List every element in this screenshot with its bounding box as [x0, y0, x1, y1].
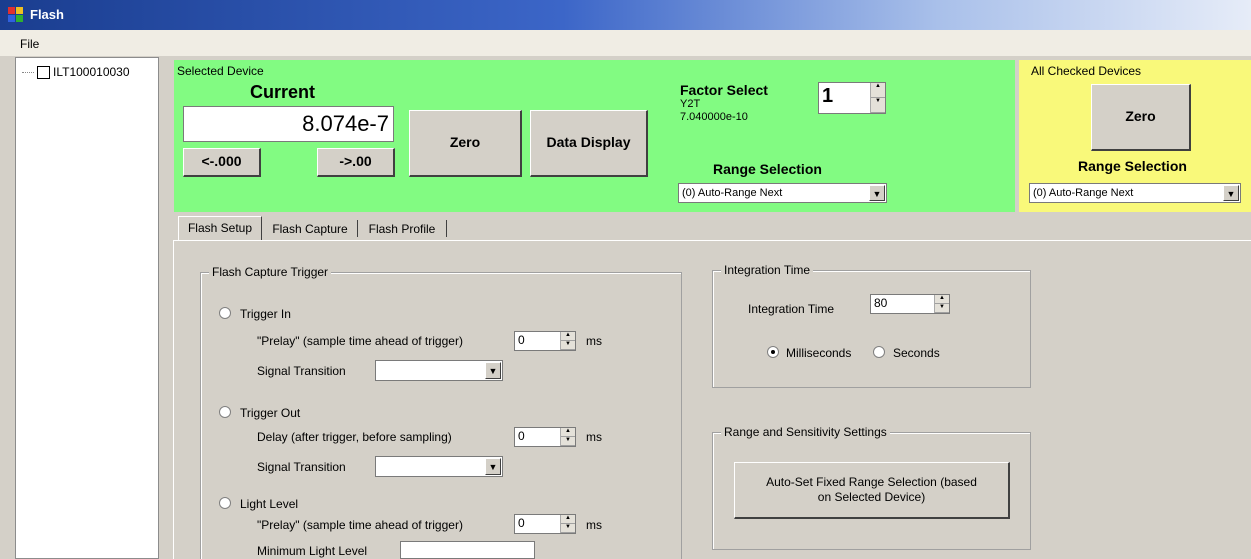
trigger-out-delay-label: Delay (after trigger, before sampling) — [257, 430, 452, 444]
integration-time-title: Integration Time — [721, 263, 814, 277]
spin-down-icon[interactable]: ▼ — [561, 524, 575, 533]
all-range-selection-dropdown[interactable]: (0) Auto-Range Next ▼ — [1029, 183, 1241, 203]
spin-down-icon[interactable]: ▼ — [561, 341, 575, 350]
seconds-radio[interactable] — [873, 346, 885, 358]
chevron-down-icon[interactable]: ▼ — [485, 458, 501, 475]
tab-flash-setup[interactable]: Flash Setup — [178, 216, 262, 240]
integration-time-group: Integration Time — [712, 263, 1031, 388]
spin-up-icon[interactable]: ▲ — [561, 515, 575, 524]
trigger-out-delay-unit: ms — [586, 430, 602, 444]
device-tree[interactable]: ILT100010030 — [15, 57, 159, 559]
factor-name: Y2T — [680, 98, 701, 110]
tab-flash-profile[interactable]: Flash Profile — [359, 218, 445, 240]
light-level-prelay-label: "Prelay" (sample time ahead of trigger) — [257, 518, 463, 532]
trigger-in-prelay-spinner[interactable]: 0 ▲ ▼ — [514, 331, 576, 351]
selected-device-label: Selected Device — [177, 64, 264, 78]
spin-up-icon[interactable]: ▲ — [561, 428, 575, 437]
chevron-down-icon[interactable]: ▼ — [869, 185, 885, 201]
light-level-spin-buttons[interactable]: ▲ ▼ — [560, 515, 575, 533]
range-selection-label: Range Selection — [713, 161, 822, 177]
increase-decimal-button[interactable]: ->.00 — [317, 148, 395, 177]
trigger-in-signal-transition-dropdown[interactable]: ▼ — [375, 360, 503, 381]
milliseconds-label: Milliseconds — [786, 346, 852, 360]
auto-set-fixed-range-button[interactable]: Auto-Set Fixed Range Selection (based on… — [734, 462, 1010, 519]
data-display-button[interactable]: Data Display — [530, 110, 648, 177]
all-range-selection-label: Range Selection — [1078, 158, 1187, 174]
trigger-in-prelay-value: 0 — [518, 333, 525, 347]
trigger-out-delay-value: 0 — [518, 429, 525, 443]
trigger-in-radio[interactable] — [219, 307, 231, 319]
spin-up-icon[interactable]: ▲ — [935, 295, 949, 304]
spin-up-icon[interactable]: ▲ — [871, 83, 885, 98]
integration-time-spinner[interactable]: 80 ▲ ▼ — [870, 294, 950, 314]
trigger-out-signal-transition-label: Signal Transition — [257, 460, 346, 474]
light-level-label: Light Level — [240, 497, 299, 511]
decrease-decimal-button[interactable]: <-.000 — [183, 148, 261, 177]
zero-button[interactable]: Zero — [409, 110, 522, 177]
all-checked-devices-label: All Checked Devices — [1031, 64, 1142, 78]
menu-file[interactable]: File — [20, 37, 39, 51]
trigger-in-spin-buttons[interactable]: ▲ ▼ — [560, 332, 575, 350]
trigger-in-signal-transition-label: Signal Transition — [257, 364, 346, 378]
light-level-prelay-spinner[interactable]: 0 ▲ ▼ — [514, 514, 576, 534]
zero-all-button[interactable]: Zero — [1091, 84, 1191, 151]
tab-separator — [357, 220, 358, 237]
light-level-prelay-value: 0 — [518, 516, 525, 530]
flash-capture-trigger-title: Flash Capture Trigger — [209, 265, 332, 279]
trigger-in-label: Trigger In — [240, 307, 291, 321]
spin-up-icon[interactable]: ▲ — [561, 332, 575, 341]
chevron-down-icon[interactable]: ▼ — [485, 362, 501, 379]
factor-value: 7.040000e-10 — [680, 111, 748, 123]
factor-select-label: Factor Select — [680, 82, 768, 98]
app-icon — [8, 7, 24, 23]
integration-time-spin-buttons[interactable]: ▲ ▼ — [934, 295, 949, 313]
current-value-display: 8.074e-7 — [183, 106, 394, 142]
light-level-prelay-unit: ms — [586, 518, 602, 532]
tree-connector — [22, 72, 34, 73]
window-title: Flash — [30, 7, 64, 22]
range-selection-dropdown[interactable]: (0) Auto-Range Next ▼ — [678, 183, 887, 203]
tab-separator — [446, 220, 447, 237]
spin-down-icon[interactable]: ▼ — [871, 98, 885, 113]
trigger-out-signal-transition-dropdown[interactable]: ▼ — [375, 456, 503, 477]
title-bar: Flash — [0, 0, 1251, 30]
device-checkbox[interactable] — [37, 66, 50, 79]
factor-select-spinner[interactable]: 1 ▲ ▼ — [818, 82, 886, 114]
menu-bar: File — [0, 30, 1251, 56]
seconds-label: Seconds — [893, 346, 940, 360]
all-range-selection-value: (0) Auto-Range Next — [1033, 187, 1134, 199]
trigger-out-radio[interactable] — [219, 406, 231, 418]
trigger-in-prelay-unit: ms — [586, 334, 602, 348]
integration-time-value: 80 — [874, 296, 888, 310]
trigger-out-delay-spinner[interactable]: 0 ▲ ▼ — [514, 427, 576, 447]
device-tree-item[interactable]: ILT100010030 — [53, 65, 130, 79]
spin-down-icon[interactable]: ▼ — [561, 437, 575, 446]
light-level-radio[interactable] — [219, 497, 231, 509]
factor-select-value: 1 — [822, 85, 834, 107]
spin-down-icon[interactable]: ▼ — [935, 304, 949, 313]
trigger-out-spin-buttons[interactable]: ▲ ▼ — [560, 428, 575, 446]
integration-time-label: Integration Time — [748, 302, 835, 316]
factor-spin-buttons[interactable]: ▲ ▼ — [870, 83, 885, 113]
milliseconds-radio[interactable] — [767, 346, 779, 358]
minimum-light-level-label: Minimum Light Level — [257, 544, 368, 558]
trigger-out-label: Trigger Out — [240, 406, 301, 420]
range-sensitivity-title: Range and Sensitivity Settings — [721, 425, 890, 439]
current-label: Current — [250, 82, 316, 102]
chevron-down-icon[interactable]: ▼ — [1223, 185, 1239, 201]
trigger-in-prelay-label: "Prelay" (sample time ahead of trigger) — [257, 334, 463, 348]
minimum-light-level-input[interactable] — [400, 541, 535, 559]
range-selection-value: (0) Auto-Range Next — [682, 187, 783, 199]
tab-flash-capture[interactable]: Flash Capture — [264, 218, 356, 240]
